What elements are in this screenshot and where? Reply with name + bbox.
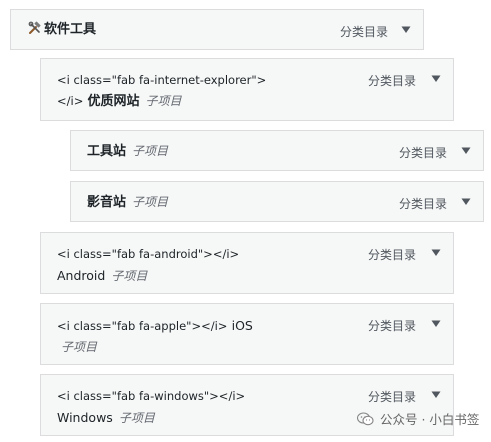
menu-item-subitem-tag: 子项目 — [118, 411, 155, 425]
menu-item-label: 优质网站 — [87, 94, 140, 109]
menu-item-icon-code: <i class="fab fa-android"></i> — [57, 247, 240, 261]
triangle-down-icon[interactable] — [428, 387, 444, 403]
menu-item-title: <i class="fab fa-apple"></i> iOS 子项目 — [57, 315, 253, 358]
menu-item-type: 分类目录 — [368, 74, 417, 88]
menu-item-icon-code: <i class="fab fa-windows"></i> — [57, 389, 246, 403]
triangle-down-icon[interactable] — [428, 316, 444, 332]
menu-item-icon-code: <i class="fab fa-apple"></i> — [57, 319, 228, 333]
menu-item-title: <i class="fab fa-android"></i> Android 子项… — [57, 244, 239, 287]
triangle-down-icon[interactable] — [458, 143, 474, 159]
hammer-wrench-icon — [28, 21, 41, 34]
menu-item-type: 分类目录 — [368, 390, 417, 404]
menu-item-subitem-tag: 子项目 — [132, 195, 169, 209]
wechat-icon — [357, 411, 374, 425]
menu-item-subitem-tag: 子项目 — [111, 269, 148, 283]
menu-item-title: 软件工具 — [28, 20, 96, 40]
menu-item-label: 软件工具 — [44, 22, 97, 37]
menu-item-tool-sites[interactable]: 工具站 子项目 分类目录 — [70, 130, 484, 171]
menu-item-label: Windows — [57, 410, 113, 425]
watermark: 公众号 · 小白书签 — [357, 409, 479, 428]
menu-item-icon-code-end: </i> — [57, 94, 84, 108]
menu-item-type: 分类目录 — [399, 146, 448, 160]
menu-item-subitem-tag: 子项目 — [132, 144, 169, 158]
menu-item-icon-code: <i class="fab fa-internet-explorer"> — [57, 73, 267, 87]
menu-item-type: 分类目录 — [368, 319, 417, 333]
menu-item-title: 影音站 子项目 — [87, 192, 168, 213]
menu-item-ios[interactable]: <i class="fab fa-apple"></i> iOS 子项目 分类目… — [40, 303, 454, 365]
menu-item-subitem-tag: 子项目 — [61, 340, 98, 354]
menu-item-type: 分类目录 — [340, 25, 389, 39]
menu-item-software-tools[interactable]: 软件工具 分类目录 — [10, 9, 424, 50]
menu-item-quality-sites[interactable]: <i class="fab fa-internet-explorer"> </i… — [40, 58, 454, 121]
triangle-down-icon[interactable] — [398, 22, 414, 38]
menu-item-title: 工具站 子项目 — [87, 141, 168, 162]
menu-item-label: 影音站 — [87, 195, 127, 210]
menu-item-label: iOS — [231, 318, 253, 333]
menu-item-type: 分类目录 — [399, 197, 448, 211]
menu-item-title: <i class="fab fa-windows"></i> Windows 子项… — [57, 386, 245, 429]
menu-item-title: <i class="fab fa-internet-explorer"> </i… — [57, 70, 266, 112]
watermark-text: 公众号 · 小白书签 — [380, 412, 480, 427]
triangle-down-icon[interactable] — [458, 194, 474, 210]
menu-item-label: Android — [57, 268, 106, 283]
menu-item-type: 分类目录 — [368, 248, 417, 262]
triangle-down-icon[interactable] — [428, 71, 444, 87]
menu-item-subitem-tag: 子项目 — [145, 94, 182, 108]
menu-item-android[interactable]: <i class="fab fa-android"></i> Android 子项… — [40, 232, 454, 294]
triangle-down-icon[interactable] — [428, 245, 444, 261]
menu-item-media-sites[interactable]: 影音站 子项目 分类目录 — [70, 181, 484, 222]
menu-structure: 软件工具 分类目录 <i class="fab fa-internet-expl… — [0, 0, 491, 442]
menu-item-label: 工具站 — [87, 144, 127, 159]
